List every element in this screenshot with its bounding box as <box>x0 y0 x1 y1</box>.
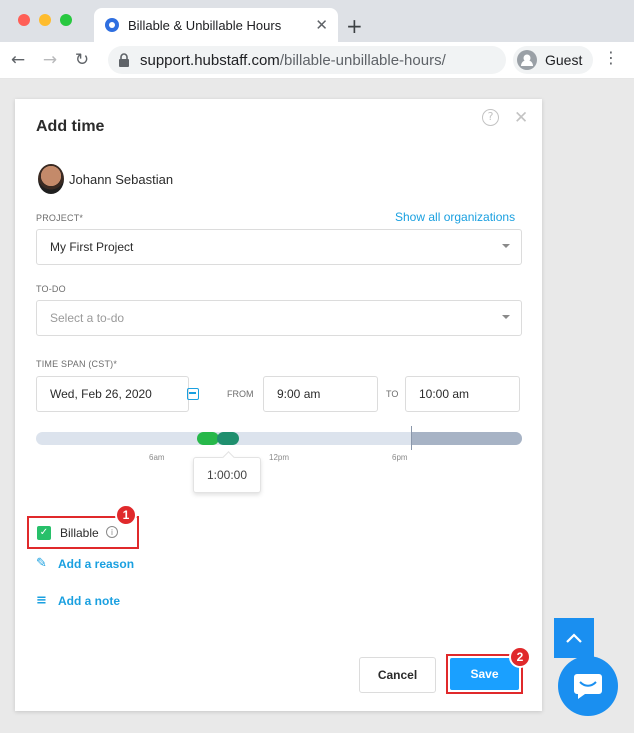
tab-close-icon[interactable]: ✕ <box>315 16 328 34</box>
annotation-badge-2: 2 <box>509 646 531 668</box>
browser-chrome: Billable & Unbillable Hours ✕ + ← → ↻ su… <box>0 0 634 78</box>
close-window-button[interactable] <box>18 14 30 26</box>
add-time-modal: Add time ? ✕ Johann Sebastian PROJECT* S… <box>15 99 542 711</box>
scroll-to-top-button[interactable] <box>554 618 594 658</box>
billable-label: Billable <box>60 526 99 540</box>
todo-select[interactable]: Select a to-do <box>36 300 522 336</box>
add-reason-link[interactable]: ✎ Add a reason <box>36 556 134 571</box>
add-note-label: Add a note <box>58 593 120 608</box>
from-value: 9:00 am <box>277 387 321 401</box>
tick-label: 12pm <box>269 453 290 462</box>
pencil-icon: ✎ <box>36 556 47 571</box>
tab-title: Billable & Unbillable Hours <box>128 17 282 33</box>
chevron-up-icon <box>566 633 582 643</box>
to-time-input[interactable]: 10:00 am <box>405 376 520 412</box>
duration-value: 1:00:00 <box>206 468 248 482</box>
address-bar[interactable]: support.hubstaff.com/billable-unbillable… <box>108 46 506 74</box>
timeline-end-handle[interactable] <box>217 432 239 445</box>
project-label: PROJECT* <box>36 213 84 223</box>
browser-menu-icon[interactable]: ⋮ <box>603 48 619 67</box>
chat-launcher-button[interactable] <box>558 656 618 716</box>
close-icon[interactable]: ✕ <box>514 108 528 128</box>
url-path: /billable-unbillable-hours/ <box>279 51 446 69</box>
timeline-now-marker <box>411 426 412 450</box>
project-value: My First Project <box>50 240 134 254</box>
cancel-button[interactable]: Cancel <box>359 657 436 693</box>
profile-label: Guest <box>545 52 583 68</box>
reload-icon[interactable]: ↻ <box>68 50 96 70</box>
profile-button[interactable]: Guest <box>513 46 593 74</box>
tick-label: 6am <box>149 453 165 462</box>
timeline-future-range <box>411 432 522 445</box>
from-time-input[interactable]: 9:00 am <box>263 376 378 412</box>
project-select[interactable]: My First Project <box>36 229 522 265</box>
todo-label: TO-DO <box>36 284 66 294</box>
add-reason-label: Add a reason <box>58 556 135 571</box>
to-value: 10:00 am <box>419 387 470 401</box>
browser-tab[interactable]: Billable & Unbillable Hours ✕ <box>94 8 338 42</box>
tick-label: 6pm <box>392 453 408 462</box>
timeline-start-handle[interactable] <box>197 432 219 445</box>
todo-placeholder: Select a to-do <box>50 311 125 325</box>
help-icon[interactable]: ? <box>482 109 499 126</box>
guest-avatar-icon <box>517 50 537 70</box>
annotation-badge-1: 1 <box>115 504 137 526</box>
minimize-window-button[interactable] <box>39 14 51 26</box>
lock-icon <box>119 53 129 67</box>
timespan-label: TIME SPAN (CST)* <box>36 359 118 369</box>
chevron-down-icon <box>502 315 510 319</box>
save-button[interactable]: Save <box>450 658 519 690</box>
new-tab-button[interactable]: + <box>346 14 363 38</box>
info-icon[interactable]: i <box>106 526 118 538</box>
date-picker[interactable]: Wed, Feb 26, 2020 <box>36 376 199 412</box>
window-controls <box>18 14 72 26</box>
from-label: FROM <box>227 389 254 399</box>
modal-title: Add time <box>36 118 105 135</box>
hubstaff-favicon-icon <box>105 18 119 32</box>
maximize-window-button[interactable] <box>60 14 72 26</box>
user-name: Johann Sebastian <box>69 172 174 187</box>
timeline-slider[interactable] <box>36 426 522 450</box>
chevron-down-icon <box>502 244 510 248</box>
duration-tooltip: 1:00:00 <box>193 457 261 493</box>
calendar-icon[interactable] <box>187 388 199 400</box>
note-lines-icon: ≡ <box>36 593 47 608</box>
forward-icon[interactable]: → <box>36 50 64 70</box>
billable-checkbox[interactable]: ✓ <box>37 526 51 540</box>
add-note-link[interactable]: ≡ Add a note <box>36 593 120 608</box>
url-host: support.hubstaff.com <box>140 51 280 69</box>
date-value: Wed, Feb 26, 2020 <box>50 387 152 401</box>
avatar <box>38 164 64 194</box>
show-all-organizations-link[interactable]: Show all organizations <box>395 210 515 224</box>
to-label: TO <box>386 389 399 399</box>
back-icon[interactable]: ← <box>4 50 32 70</box>
browser-toolbar: ← → ↻ support.hubstaff.com/billable-unbi… <box>0 42 634 78</box>
chat-bubble-icon <box>574 674 602 699</box>
